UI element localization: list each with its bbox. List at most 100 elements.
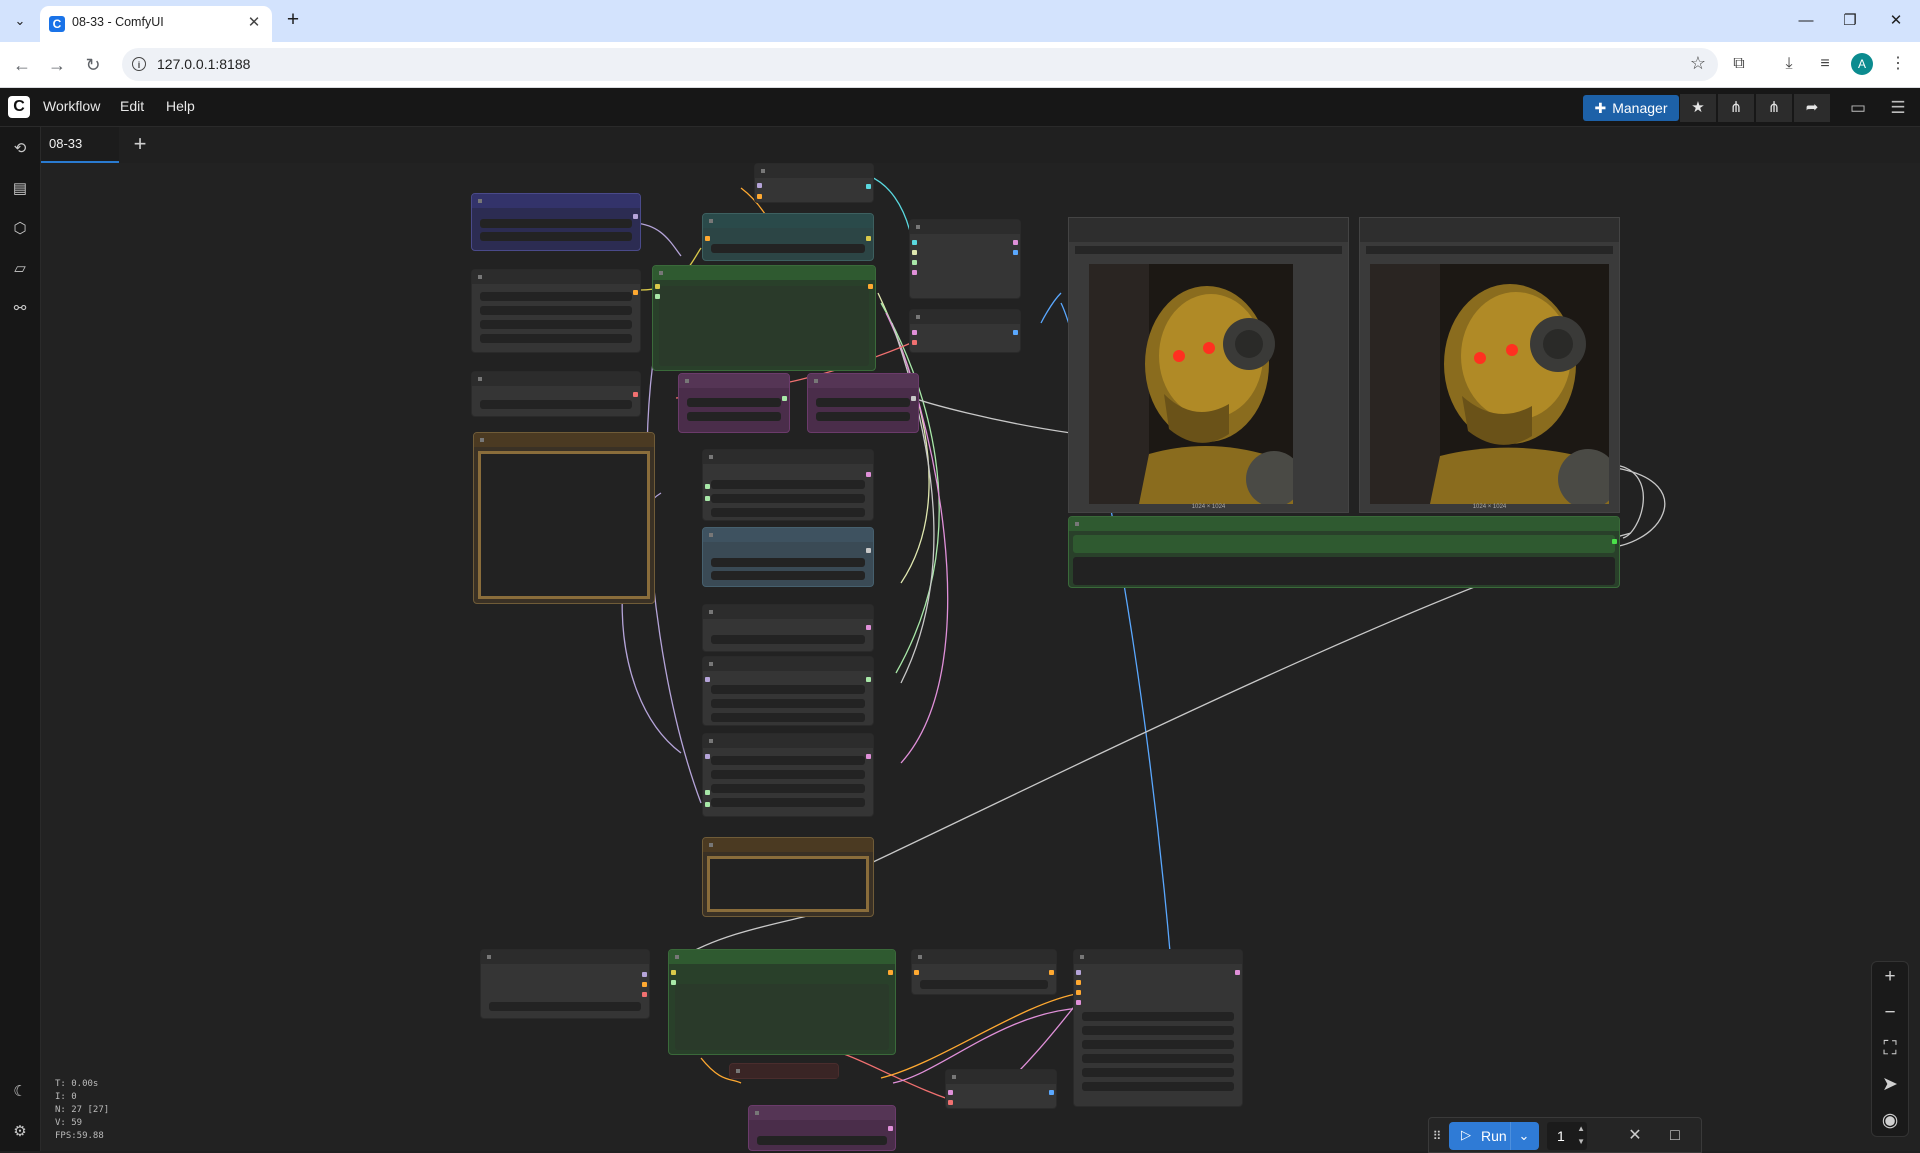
output-slot-dot[interactable] xyxy=(1013,250,1018,255)
node-widget[interactable] xyxy=(711,244,865,253)
node-header[interactable] xyxy=(755,164,873,178)
node-header[interactable] xyxy=(946,1070,1056,1084)
input-slot-dot[interactable] xyxy=(655,294,660,299)
model-download-icon[interactable]: ⋔ xyxy=(1756,94,1792,122)
note-textarea[interactable] xyxy=(707,856,869,912)
input-slot-dot[interactable] xyxy=(1076,1000,1081,1005)
cancel-run-icon[interactable]: ✕ xyxy=(1623,1124,1647,1148)
input-slot-dot[interactable] xyxy=(912,260,917,265)
model-library-icon[interactable]: ⬡ xyxy=(8,217,32,241)
output-slot-dot[interactable] xyxy=(1235,970,1240,975)
node-header[interactable] xyxy=(474,433,654,447)
omnibox[interactable]: i 127.0.0.1:8188 ☆ xyxy=(122,48,1718,81)
extensions-icon[interactable]: ⧉ xyxy=(1727,52,1751,76)
output-slot-dot[interactable] xyxy=(868,284,873,289)
prompt-textarea[interactable] xyxy=(675,984,889,1050)
forward-button[interactable]: → xyxy=(42,50,72,80)
input-slot-dot[interactable] xyxy=(705,677,710,682)
node-widget[interactable] xyxy=(920,980,1048,989)
run-button[interactable]: ▷ Run ⌄ xyxy=(1449,1122,1539,1150)
node-header[interactable] xyxy=(1360,218,1619,242)
node-header[interactable] xyxy=(1069,218,1348,242)
node-widget[interactable] xyxy=(711,558,865,567)
manager-button[interactable]: ✚ Manager xyxy=(1583,95,1679,121)
bookmark-star-icon[interactable]: ☆ xyxy=(1690,53,1706,74)
node-widget[interactable] xyxy=(711,685,865,694)
batch-count-input[interactable]: 1 ▲ ▼ xyxy=(1547,1122,1587,1150)
fit-view-icon[interactable]: ⛶ xyxy=(1878,1037,1902,1061)
toggle-panel-icon[interactable]: ▭ xyxy=(1842,94,1874,122)
node-header[interactable] xyxy=(910,310,1020,324)
node-widget[interactable] xyxy=(1073,535,1615,553)
node-header[interactable] xyxy=(472,372,640,386)
output-slot-dot[interactable] xyxy=(866,625,871,630)
node-collapsed[interactable] xyxy=(729,1063,839,1079)
node-widget[interactable] xyxy=(1082,1040,1234,1049)
output-slot-dot[interactable] xyxy=(866,472,871,477)
output-slot-dot[interactable] xyxy=(866,184,871,189)
output-slot-dot[interactable] xyxy=(633,290,638,295)
node-mid-3[interactable] xyxy=(702,604,874,652)
reload-button[interactable]: ↻ xyxy=(78,50,108,80)
site-info-icon[interactable]: i xyxy=(132,57,146,71)
output-slot-dot[interactable] xyxy=(1049,970,1054,975)
node-bottom-small[interactable] xyxy=(911,949,1057,995)
node-header[interactable] xyxy=(472,270,640,284)
node-widget[interactable] xyxy=(480,334,632,343)
node-widget[interactable] xyxy=(480,400,632,409)
node-lora-loader[interactable] xyxy=(471,193,641,251)
node-widget[interactable] xyxy=(711,699,865,708)
node-top-small[interactable] xyxy=(754,163,874,203)
run-mode-chevron-icon[interactable]: ⌄ xyxy=(1510,1122,1537,1150)
node-widget[interactable] xyxy=(711,571,865,580)
node-widget[interactable] xyxy=(1082,1082,1234,1091)
input-slot-dot[interactable] xyxy=(948,1100,953,1105)
preview-image-node-2[interactable]: 1024 × 1024 xyxy=(1359,217,1620,513)
browser-tab[interactable]: C 08-33 - ComfyUI ✕ xyxy=(40,6,272,42)
node-header[interactable] xyxy=(703,214,873,228)
node-widget[interactable] xyxy=(816,398,910,407)
node-header[interactable] xyxy=(703,657,873,671)
node-widget[interactable] xyxy=(711,713,865,722)
input-slot-dot[interactable] xyxy=(705,802,710,807)
workflow-tab-active[interactable]: 08-33 xyxy=(41,127,119,163)
output-slot-dot[interactable] xyxy=(888,1126,893,1131)
input-slot-dot[interactable] xyxy=(1076,970,1081,975)
output-slot-dot[interactable] xyxy=(633,214,638,219)
input-slot-dot[interactable] xyxy=(1076,990,1081,995)
node-empty-latent[interactable] xyxy=(945,1069,1057,1109)
output-slot-dot[interactable] xyxy=(1612,539,1617,544)
favorites-star-icon[interactable]: ★ xyxy=(1680,94,1716,122)
output-slot-dot[interactable] xyxy=(642,982,647,987)
zoom-out-icon[interactable]: − xyxy=(1878,1001,1902,1025)
browser-menu-icon[interactable]: ⋮ xyxy=(1886,52,1910,76)
menu-workflow[interactable]: Workflow xyxy=(43,98,100,114)
input-slot-dot[interactable] xyxy=(705,484,710,489)
input-slot-dot[interactable] xyxy=(912,250,917,255)
input-slot-dot[interactable] xyxy=(912,240,917,245)
node-bottom-loader[interactable] xyxy=(480,949,650,1019)
output-slot-dot[interactable] xyxy=(642,992,647,997)
toggle-link-visibility-icon[interactable]: ◉ xyxy=(1878,1109,1902,1133)
hamburger-menu-icon[interactable]: ☰ xyxy=(1882,94,1914,122)
input-slot-dot[interactable] xyxy=(912,270,917,275)
node-header[interactable] xyxy=(703,605,873,619)
node-header[interactable] xyxy=(703,528,873,542)
node-widget[interactable] xyxy=(1082,1012,1234,1021)
share-icon[interactable]: ➦ xyxy=(1794,94,1830,122)
node-positive-prompt[interactable] xyxy=(652,265,876,371)
node-header[interactable] xyxy=(1069,517,1619,531)
node-header[interactable] xyxy=(703,838,873,852)
node-widget[interactable] xyxy=(489,1002,641,1011)
node-purple-a[interactable] xyxy=(678,373,790,433)
node-widget[interactable] xyxy=(687,398,781,407)
queue-history-icon[interactable]: ⟲ xyxy=(8,137,32,161)
input-slot-dot[interactable] xyxy=(705,790,710,795)
node-mid-2[interactable] xyxy=(702,527,874,587)
node-note-small[interactable] xyxy=(702,837,874,917)
node-vae-decode[interactable] xyxy=(909,309,1021,353)
output-slot-dot[interactable] xyxy=(633,392,638,397)
url-text[interactable]: 127.0.0.1:8188 xyxy=(157,56,250,72)
node-widget[interactable] xyxy=(480,292,632,301)
node-bottom-prompt[interactable] xyxy=(668,949,896,1055)
